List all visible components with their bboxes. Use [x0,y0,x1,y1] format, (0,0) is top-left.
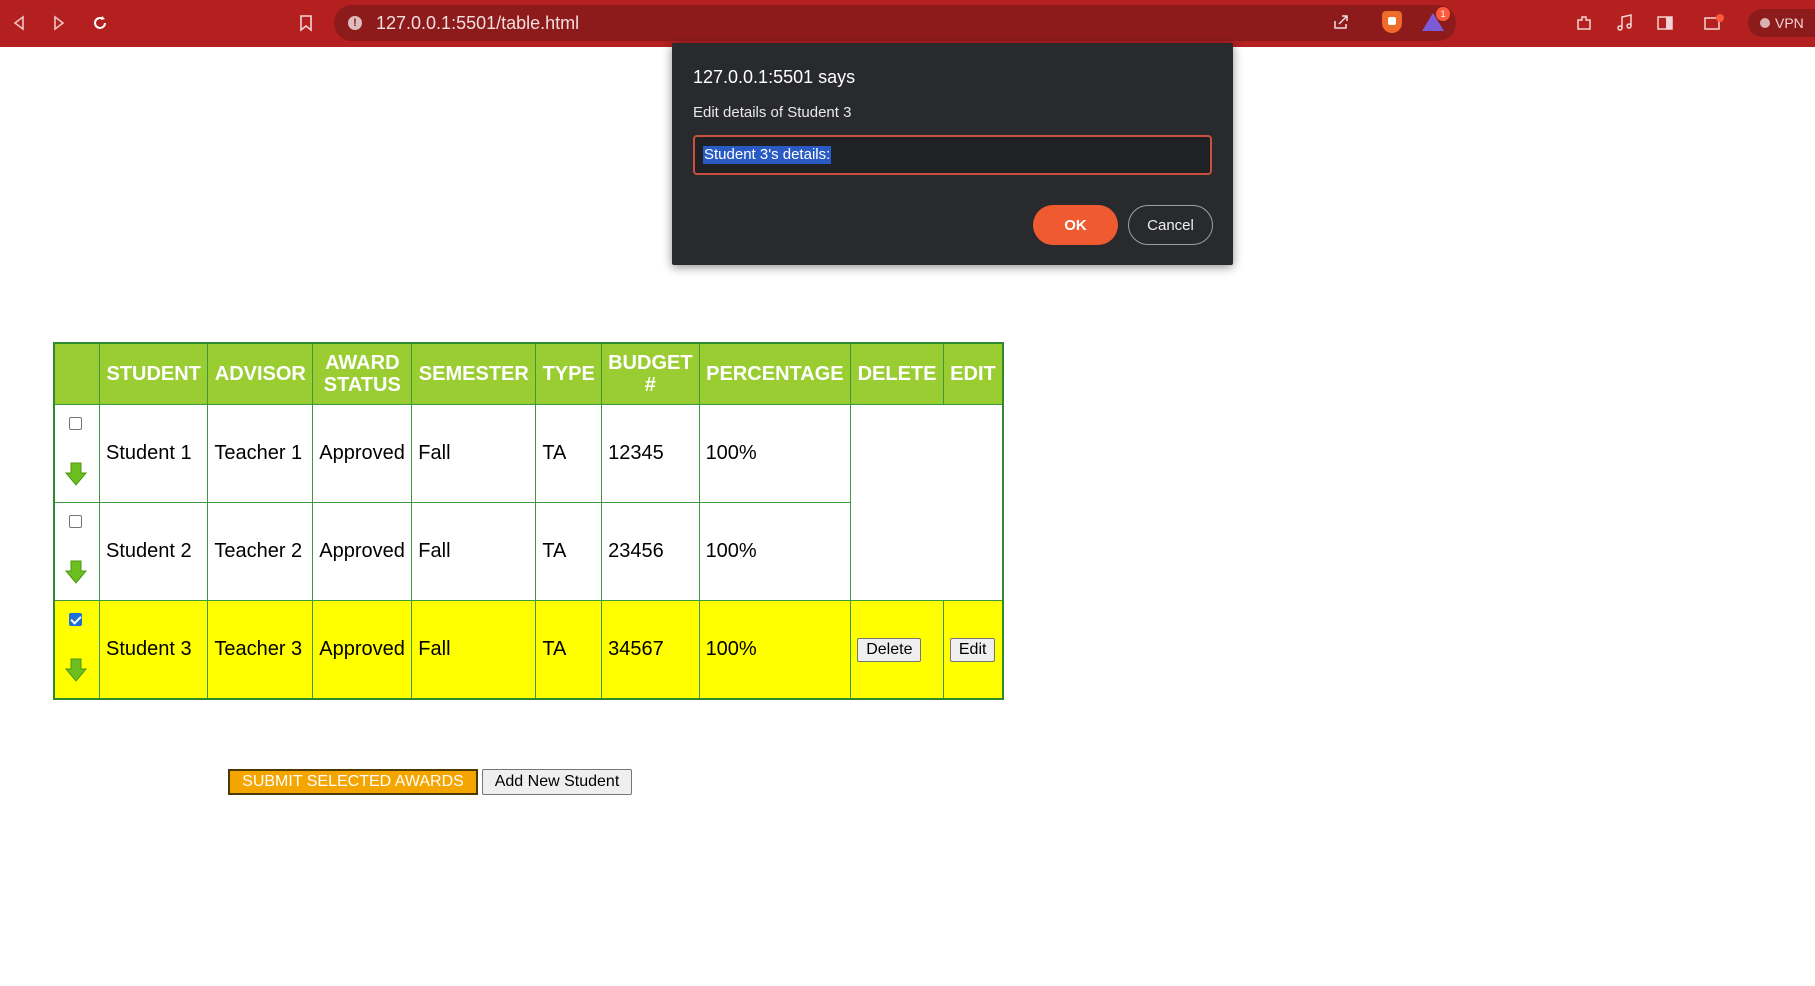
cell-status: Approved [312,502,413,601]
table-row: Student 1 Teacher 1 Approved Fall TA 123… [53,404,1004,601]
media-icon[interactable] [1612,10,1638,36]
rewards-badge: 1 [1436,7,1450,21]
prompt-dialog: 127.0.0.1:5501 says Edit details of Stud… [672,43,1233,265]
select-cell [53,404,100,503]
row-checkbox-checked[interactable] [69,613,82,626]
header-select [53,342,100,405]
cell-student: Student 2 [98,502,209,601]
header-student: STUDENT [98,342,209,405]
select-cell [53,502,100,601]
cell-student: Student 3 [98,600,209,700]
cell-semester: Fall [411,404,537,503]
vpn-button[interactable]: VPN [1748,9,1815,37]
header-budget: BUDGET # [601,342,700,405]
wallet-icon[interactable] [1701,10,1727,36]
edit-button[interactable]: Edit [949,638,996,662]
cell-percentage: 100% [698,404,852,503]
bookmark-icon[interactable] [293,10,319,36]
sidebar-icon[interactable] [1652,10,1678,36]
brave-shields-icon[interactable] [1382,11,1402,33]
submit-selected-awards-button[interactable]: SUBMIT SELECTED AWARDS [228,769,478,795]
dialog-message: Edit details of Student 3 [693,104,852,121]
cell-status: Approved [312,600,413,700]
cell-status: Approved [312,404,413,503]
arrow-down-icon[interactable] [65,461,87,487]
extensions-icon[interactable] [1571,10,1597,36]
cell-type: TA [535,502,603,601]
add-new-student-button[interactable]: Add New Student [482,769,632,795]
empty-actions-cell [850,404,1004,601]
arrow-down-icon[interactable] [65,559,87,585]
select-cell [53,600,100,700]
row-checkbox[interactable] [69,515,82,528]
site-info-icon[interactable]: ! [348,16,362,30]
dialog-input-value: Student 3's details: [703,146,832,164]
cell-advisor: Teacher 1 [207,404,314,503]
arrow-down-icon[interactable] [65,657,87,683]
browser-toolbar: ! 127.0.0.1:5501/table.html 1 VPN [0,0,1815,47]
edit-cell: Edit [942,600,1004,700]
cell-budget: 23456 [601,502,700,601]
cell-type: TA [535,600,603,700]
header-semester: SEMESTER [411,342,537,405]
header-award-status: AWARD STATUS [312,342,413,405]
share-icon[interactable] [1332,13,1350,36]
vpn-label: VPN [1775,15,1804,31]
back-icon[interactable] [6,10,32,36]
cell-semester: Fall [411,600,537,700]
awards-table: STUDENT ADVISOR AWARD STATUS SEMESTER TY… [53,342,1004,700]
cell-percentage: 100% [698,502,852,601]
address-bar[interactable]: ! 127.0.0.1:5501/table.html [334,5,1456,41]
url-text: 127.0.0.1:5501/table.html [376,13,580,33]
awards-table-container: STUDENT ADVISOR AWARD STATUS SEMESTER TY… [53,342,1004,700]
table-header-row: STUDENT ADVISOR AWARD STATUS SEMESTER TY… [53,342,1004,405]
cell-student: Student 1 [98,404,209,503]
delete-button[interactable]: Delete [857,638,922,662]
cell-type: TA [535,404,603,503]
forward-icon[interactable] [46,10,72,36]
header-edit: EDIT [942,342,1004,405]
ok-button[interactable]: OK [1033,205,1118,245]
cancel-button[interactable]: Cancel [1128,205,1213,245]
table-row-selected: Student 3 Teacher 3 Approved Fall TA 345… [53,600,1004,700]
header-advisor: ADVISOR [207,342,314,405]
cell-budget: 34567 [601,600,700,700]
vpn-status-icon [1760,18,1770,28]
cell-semester: Fall [411,502,537,601]
header-delete: DELETE [850,342,944,405]
cell-percentage: 100% [698,600,852,700]
cell-advisor: Teacher 3 [207,600,314,700]
header-percentage: PERCENTAGE [698,342,852,405]
header-type: TYPE [535,342,603,405]
delete-cell: Delete [850,600,944,700]
dialog-title: 127.0.0.1:5501 says [693,67,856,87]
row-checkbox[interactable] [69,417,82,430]
dialog-input[interactable]: Student 3's details: [693,135,1212,175]
reload-icon[interactable] [87,10,113,36]
cell-budget: 12345 [601,404,700,503]
cell-advisor: Teacher 2 [207,502,314,601]
